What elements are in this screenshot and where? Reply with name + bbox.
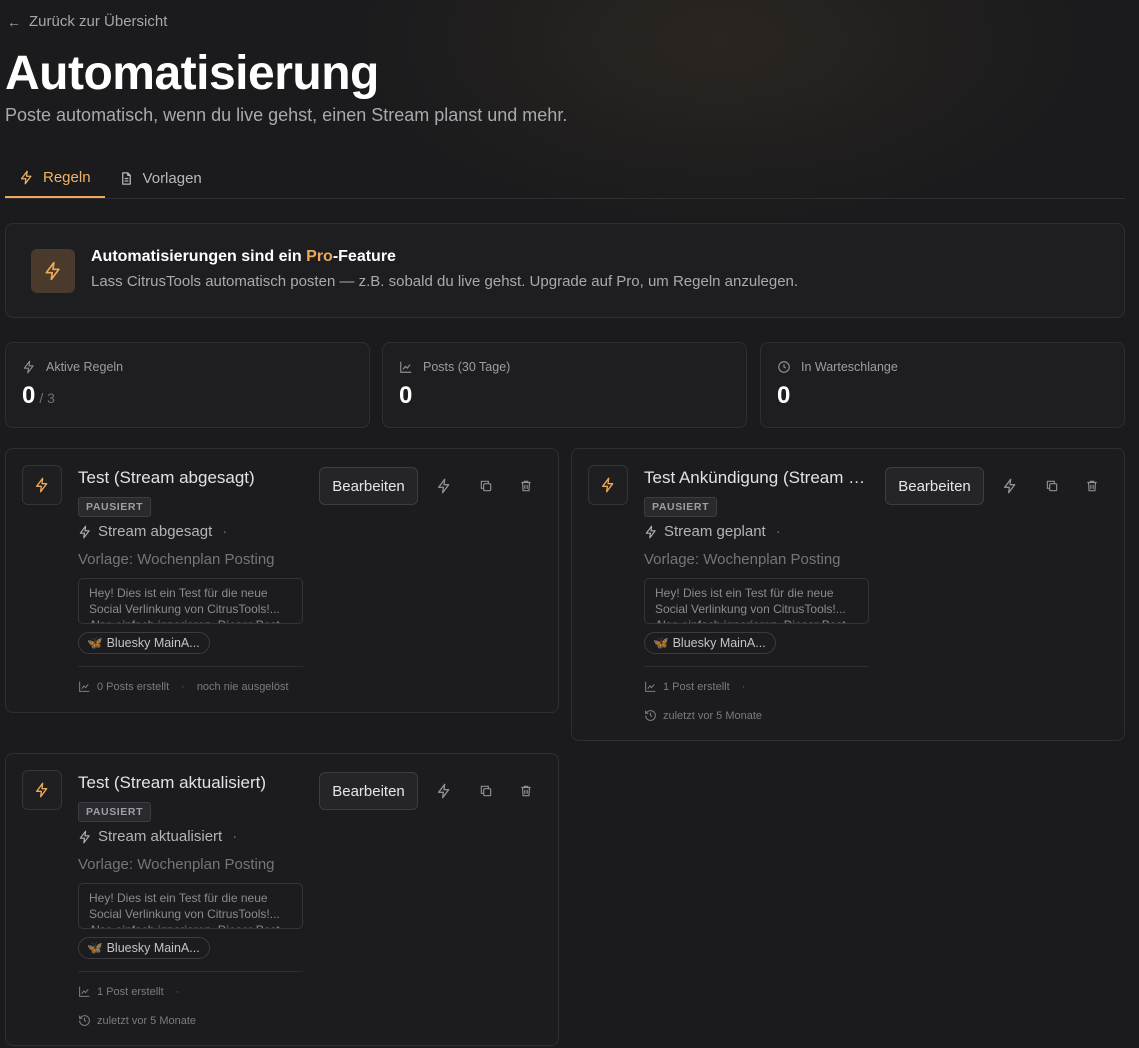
rule-name: Test (Stream aktualisiert) — [78, 773, 266, 792]
butterfly-icon: 🦋 — [87, 940, 103, 955]
trash-icon — [521, 480, 531, 492]
bolt-icon — [79, 830, 90, 843]
rule-meta-last: zuletzt vor 5 Monate — [644, 709, 762, 722]
edit-button[interactable]: Bearbeiten — [319, 467, 418, 505]
delete-button[interactable] — [513, 473, 539, 499]
stat-label: In Warteschlange — [801, 360, 898, 374]
status-badge: PAUSIERT — [644, 497, 718, 517]
rule-template: Vorlage: Wochenplan Posting — [78, 856, 275, 873]
chart-icon — [645, 681, 656, 692]
account-chip[interactable]: 🦋 Bluesky MainA... — [644, 632, 776, 654]
stat-label: Posts (30 Tage) — [423, 360, 511, 374]
chart-icon — [79, 986, 90, 997]
bolt-icon — [438, 478, 450, 494]
rule-trigger: Stream aktualisiert · — [78, 828, 237, 845]
divider — [78, 666, 303, 667]
stat-queue: In Warteschlange 0 — [760, 342, 1125, 428]
copy-icon — [480, 480, 492, 492]
rule-card: Test (Stream aktualisiert) PAUSIERT Stre… — [5, 753, 559, 1046]
rule-trigger: Stream abgesagt · — [78, 523, 227, 540]
stat-value: 0 — [399, 382, 413, 409]
delete-button[interactable] — [513, 778, 539, 804]
rule-meta-posts: 1 Post erstellt · — [644, 680, 751, 693]
run-rule-button[interactable] — [431, 473, 457, 499]
bolt-icon — [31, 249, 75, 293]
account-chip[interactable]: 🦋 Bluesky MainA... — [78, 632, 210, 654]
rule-name: Test (Stream abgesagt) — [78, 468, 255, 487]
stat-posts-30-days: Posts (30 Tage) 0 — [382, 342, 747, 428]
stat-active-rules: Aktive Regeln 0/ 3 — [5, 342, 370, 428]
tab-rules[interactable]: Regeln — [5, 158, 105, 198]
rule-card: Test Ankündigung (Stream geplant) PAUSIE… — [571, 448, 1125, 741]
edit-button[interactable]: Bearbeiten — [319, 772, 418, 810]
run-rule-button[interactable] — [997, 473, 1023, 499]
run-rule-button[interactable] — [431, 778, 457, 804]
bolt-icon — [645, 525, 656, 538]
duplicate-button[interactable] — [1039, 473, 1065, 499]
edit-button[interactable]: Bearbeiten — [885, 467, 984, 505]
page-title: Automatisierung — [5, 47, 379, 100]
rule-preview: Hey! Dies ist ein Test für die neue Soci… — [78, 578, 303, 624]
rule-preview: Hey! Dies ist ein Test für die neue Soci… — [78, 883, 303, 929]
status-badge: PAUSIERT — [78, 802, 152, 822]
bolt-icon — [22, 465, 62, 505]
pro-notice-title: Automatisierungen sind ein Pro-Feature — [91, 248, 396, 265]
bolt-icon — [23, 360, 34, 374]
trash-icon — [1087, 480, 1097, 492]
bolt-icon — [588, 465, 628, 505]
history-icon — [645, 710, 656, 721]
back-link[interactable]: ← Zurück zur Übersicht — [7, 13, 167, 30]
back-link-label: Zurück zur Übersicht — [29, 13, 168, 30]
history-icon — [79, 1015, 90, 1026]
tab-templates-label: Vorlagen — [142, 169, 202, 187]
status-badge: PAUSIERT — [78, 497, 152, 517]
tab-templates[interactable]: Vorlagen — [105, 158, 216, 198]
account-chip[interactable]: 🦋 Bluesky MainA... — [78, 937, 210, 959]
divider — [78, 971, 303, 972]
rule-trigger: Stream geplant · — [644, 523, 781, 540]
bolt-icon — [1004, 478, 1016, 494]
tab-bar: Regeln Vorlagen — [5, 158, 1125, 199]
butterfly-icon: 🦋 — [87, 635, 103, 650]
rule-preview: Hey! Dies ist ein Test für die neue Soci… — [644, 578, 869, 624]
clock-icon — [778, 361, 790, 373]
rule-template: Vorlage: Wochenplan Posting — [644, 551, 841, 568]
stat-value: 0/ 3 — [22, 382, 55, 409]
rule-name: Test Ankündigung (Stream geplant) — [644, 468, 869, 487]
pro-feature-notice: Automatisierungen sind ein Pro-Feature L… — [5, 223, 1125, 318]
divider — [644, 666, 869, 667]
pro-notice-text: Lass CitrusTools automatisch posten — z.… — [91, 273, 799, 290]
stat-label: Aktive Regeln — [46, 360, 124, 374]
rule-card: Test (Stream abgesagt) PAUSIERT Stream a… — [5, 448, 559, 713]
rule-template: Vorlage: Wochenplan Posting — [78, 551, 275, 568]
duplicate-button[interactable] — [473, 778, 499, 804]
bolt-icon — [22, 770, 62, 810]
stat-value: 0 — [777, 382, 791, 409]
chart-icon — [400, 361, 412, 373]
chart-icon — [79, 681, 90, 692]
document-icon — [121, 171, 131, 185]
trash-icon — [521, 785, 531, 797]
duplicate-button[interactable] — [473, 473, 499, 499]
rule-meta: 0 Posts erstellt · noch nie ausgelöst — [78, 680, 289, 693]
bolt-icon — [20, 170, 32, 184]
butterfly-icon: 🦋 — [653, 635, 669, 650]
bolt-icon — [79, 525, 90, 538]
copy-icon — [480, 785, 492, 797]
bolt-icon — [438, 783, 450, 799]
rule-meta-posts: 1 Post erstellt · — [78, 985, 185, 998]
page-subtitle: Poste automatisch, wenn du live gehst, e… — [5, 105, 568, 125]
tab-rules-label: Regeln — [43, 168, 91, 186]
rule-meta-last: zuletzt vor 5 Monate — [78, 1014, 196, 1027]
copy-icon — [1046, 480, 1058, 492]
delete-button[interactable] — [1079, 473, 1105, 499]
arrow-left-icon: ← — [7, 13, 21, 30]
